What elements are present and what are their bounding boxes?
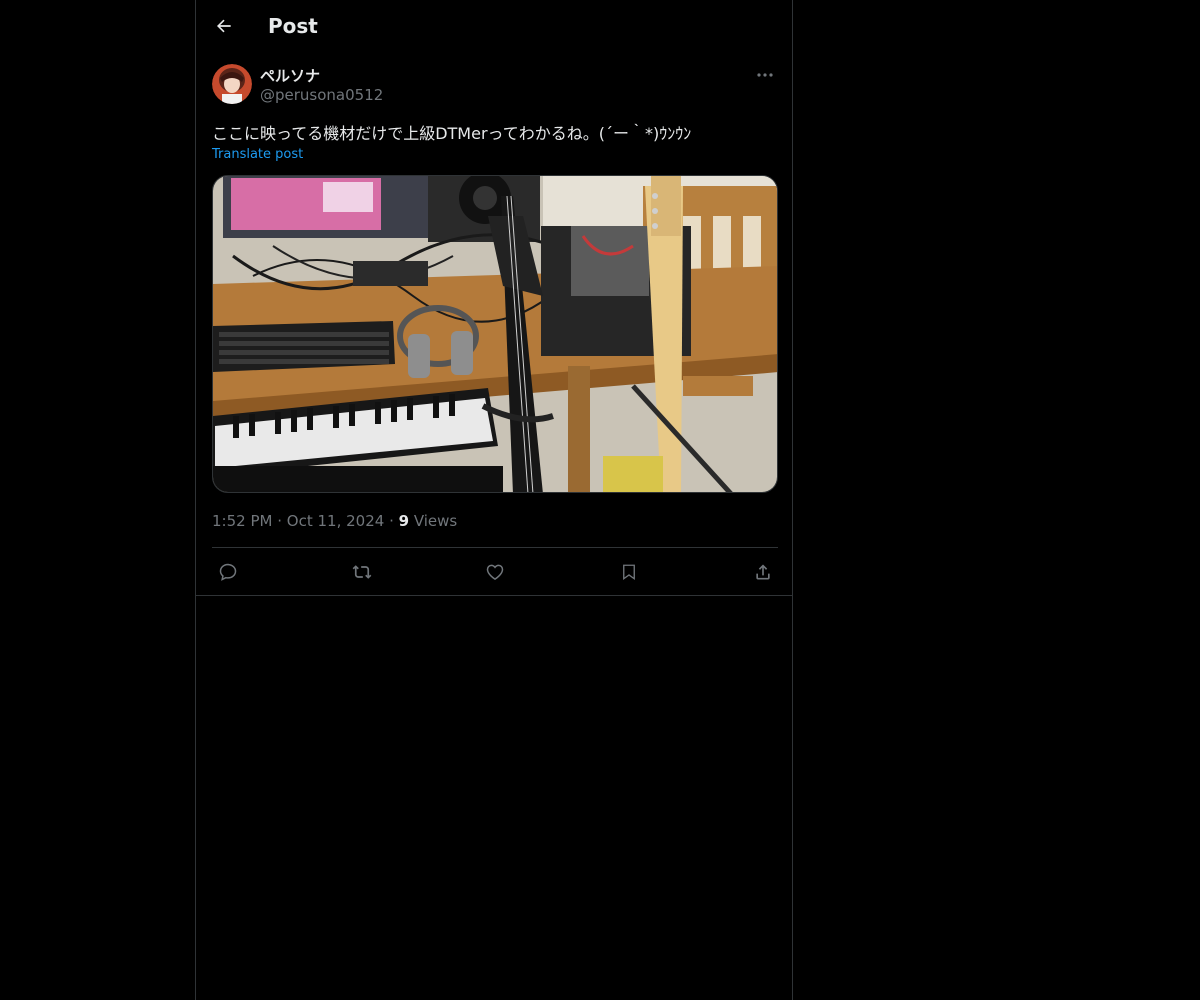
share-icon — [753, 562, 773, 582]
share-button[interactable] — [747, 556, 779, 588]
meta-separator: · — [277, 512, 287, 530]
heart-icon — [485, 562, 505, 582]
reply-icon — [218, 562, 238, 582]
post-text: ここに映ってる機材だけで上級DTMerってわかるね。(´ー｀*)ｳﾝｳﾝ — [212, 124, 692, 143]
post-media-image[interactable] — [212, 175, 778, 493]
repost-button[interactable] — [346, 556, 378, 588]
arrow-left-icon — [214, 16, 234, 36]
post-author: ペルソナ @perusona0512 — [212, 64, 778, 108]
translate-post-link[interactable]: Translate post — [212, 147, 303, 162]
post-time[interactable]: 1:52 PM — [212, 512, 272, 530]
author-handle[interactable]: @perusona0512 — [260, 86, 383, 104]
reply-button[interactable] — [212, 556, 244, 588]
bookmark-button[interactable] — [613, 556, 645, 588]
post-bottom-border — [196, 595, 792, 596]
divider — [212, 547, 778, 548]
avatar[interactable] — [212, 64, 252, 104]
post-date[interactable]: Oct 11, 2024 — [287, 512, 385, 530]
like-button[interactable] — [479, 556, 511, 588]
page-title: Post — [268, 14, 318, 38]
more-horizontal-icon — [756, 72, 774, 78]
views-count: 9 — [398, 512, 410, 530]
author-display-name[interactable]: ペルソナ — [260, 65, 320, 86]
bookmark-icon — [620, 562, 638, 582]
repost-icon — [351, 562, 373, 582]
post-detail-column: Post ペルソナ @perusona0512 ここに映ってる機材だけで上級DT… — [195, 0, 793, 1000]
more-options-button[interactable] — [752, 64, 778, 86]
page-header: Post — [196, 0, 792, 53]
music-gear-photo — [213, 176, 777, 492]
post-actions — [212, 556, 778, 588]
meta-separator: · — [389, 512, 399, 530]
views-label: Views — [413, 512, 458, 530]
back-button[interactable] — [208, 10, 240, 42]
post-meta: 1:52 PM · Oct 11, 2024 · 9 Views — [212, 512, 457, 530]
